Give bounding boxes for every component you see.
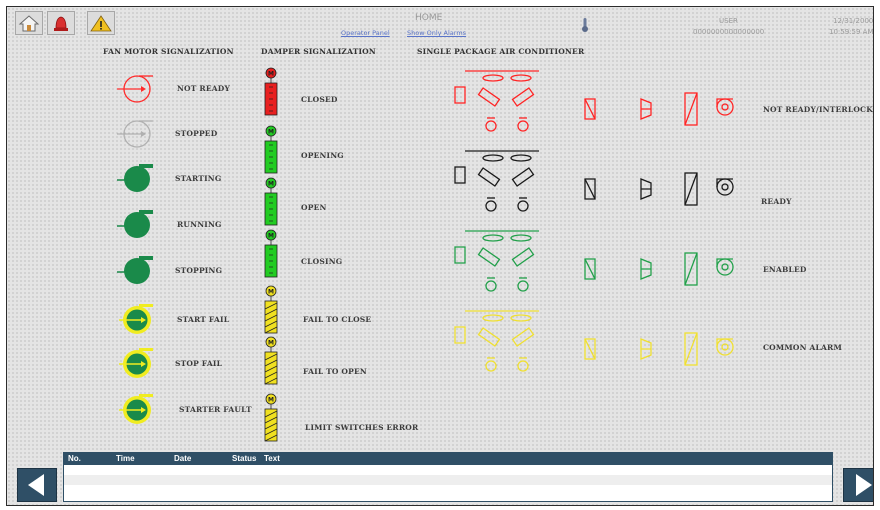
spac-units (454, 70, 734, 372)
col-time: Time (116, 454, 135, 463)
damper-badge-letter: M (268, 71, 274, 78)
damper-badge-letter: M (268, 129, 274, 136)
damper-symbol-0: M (264, 67, 278, 116)
alarm-table[interactable]: No. Time Date Status Text (63, 452, 833, 502)
fan-symbol-7 (119, 394, 153, 424)
fan-state-label: START FAIL (177, 315, 230, 324)
home-icon (18, 15, 40, 32)
alarm-button[interactable] (47, 11, 75, 35)
table-row[interactable] (64, 485, 832, 495)
fan-symbol-5 (119, 304, 153, 334)
damper-state-label: CLOSED (301, 95, 338, 104)
damper-badge-letter: M (268, 181, 274, 188)
fan-section-header: FAN MOTOR SIGNALIZATION (103, 47, 234, 56)
user-label: USER (719, 17, 738, 25)
warning-icon (90, 15, 112, 32)
damper-badge-letter: M (268, 397, 274, 404)
damper-state-label: LIMIT SWITCHES ERROR (305, 423, 419, 432)
time-display: 10:59:59 AM (829, 28, 874, 36)
fan-symbols (117, 75, 153, 424)
alarm-table-header: No. Time Date Status Text (64, 453, 832, 465)
fan-state-label: STOPPED (175, 129, 218, 138)
operator-panel-link[interactable]: Operator Panel (341, 29, 390, 37)
col-text: Text (264, 454, 280, 463)
next-page-button[interactable] (843, 468, 873, 502)
hmi-screen: HOME Operator Panel Show Only Alarms USE… (6, 6, 874, 506)
damper-symbol-3: M (264, 229, 278, 278)
date-display: 12/31/2000 (833, 17, 874, 25)
col-date: Date (174, 454, 192, 463)
fan-symbol-2 (117, 164, 153, 192)
damper-state-label: FAIL TO OPEN (303, 367, 367, 376)
page-title: HOME (415, 13, 443, 23)
prev-page-button[interactable] (17, 468, 57, 502)
col-status: Status (232, 454, 257, 463)
damper-state-label: FAIL TO CLOSE (303, 315, 372, 324)
damper-symbol-1: M (264, 125, 278, 174)
fan-state-label: RUNNING (177, 220, 222, 229)
damper-symbol-5: M (264, 336, 278, 385)
fan-state-label: STOPPING (175, 266, 223, 275)
spac-unit-label: READY (761, 197, 792, 206)
spac-unit-1 (454, 150, 734, 212)
damper-section-header: DAMPER SIGNALIZATION (261, 47, 376, 56)
damper-state-label: OPENING (301, 151, 344, 160)
spac-unit-label: COMMON ALARM (763, 343, 842, 352)
fan-symbol-0 (117, 75, 153, 103)
damper-symbol-2: M (264, 177, 278, 226)
arrow-left-icon (28, 474, 44, 496)
thermometer-icon (582, 18, 588, 32)
fan-state-label: NOT READY (177, 84, 231, 93)
spac-unit-label: NOT READY/INTERLOCK (763, 105, 873, 114)
fan-state-label: STARTING (175, 174, 222, 183)
damper-badge-letter: M (268, 233, 274, 240)
home-button[interactable] (15, 11, 43, 35)
damper-state-label: OPEN (301, 203, 327, 212)
table-row[interactable] (64, 465, 832, 475)
fan-symbol-6 (119, 348, 153, 378)
damper-state-label: CLOSING (301, 257, 343, 266)
user-value: 0000000000000000 (693, 28, 765, 36)
warning-button[interactable] (87, 11, 115, 35)
arrow-right-icon (856, 474, 872, 496)
table-row[interactable] (64, 475, 832, 485)
damper-badge-letter: M (268, 289, 274, 296)
fan-symbol-3 (117, 210, 153, 238)
spac-unit-0 (454, 70, 734, 132)
fan-symbol-1 (117, 120, 153, 148)
alarm-bell-icon (54, 16, 68, 31)
alarms-link[interactable]: Show Only Alarms (407, 29, 466, 37)
damper-symbol-6: M (264, 393, 278, 442)
spac-unit-3 (454, 310, 734, 372)
fan-state-label: STARTER FAULT (179, 405, 252, 414)
fan-symbol-4 (117, 256, 153, 284)
spac-unit-2 (454, 230, 734, 292)
col-no: No. (68, 454, 81, 463)
damper-symbol-4: M (264, 285, 278, 334)
spac-section-header: SINGLE PACKAGE AIR CONDITIONER (417, 47, 585, 56)
damper-badge-letter: M (268, 340, 274, 347)
damper-symbols: M M M M M M M (264, 67, 278, 442)
spac-unit-label: ENABLED (763, 265, 807, 274)
fan-state-label: STOP FAIL (175, 359, 223, 368)
